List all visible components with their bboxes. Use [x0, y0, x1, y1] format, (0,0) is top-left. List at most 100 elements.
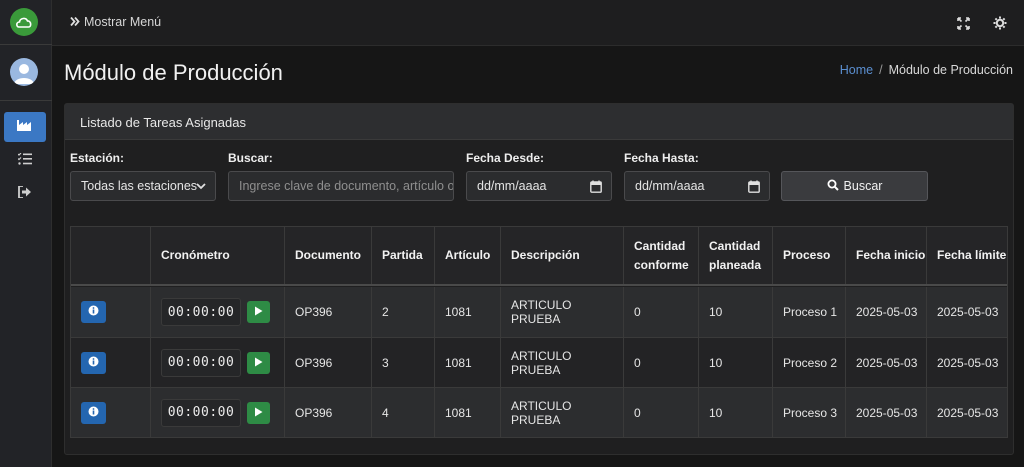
date-from-value: dd/mm/aaaa [477, 179, 547, 193]
header-start-date: Fecha inicio [845, 227, 926, 284]
topbar: Mostrar Menú [52, 0, 1024, 46]
chevron-down-icon [196, 180, 206, 194]
breadcrumb: Home / Módulo de Producción [840, 63, 1013, 77]
header-limit-date: Fecha límite [926, 227, 1007, 284]
date-to-label: Fecha Hasta: [624, 151, 699, 165]
calendar-icon[interactable] [748, 180, 760, 196]
limit-date-cell: 2025-05-03 [926, 388, 1007, 437]
date-from-label: Fecha Desde: [466, 151, 545, 165]
timer-cell: 00:00:00 [150, 388, 284, 437]
partida-cell: 2 [371, 287, 434, 337]
header-qty-planned: Cantidad planeada [698, 227, 772, 284]
header-qty-conforming: Cantidad conforme [623, 227, 698, 284]
table-row: 00:00:00 OP396 3 1081 ARTICULO PRUEBA 0 … [71, 337, 1007, 387]
document-cell: OP396 [284, 338, 371, 387]
process-cell: Proceso 3 [772, 388, 845, 437]
article-cell: 1081 [434, 287, 500, 337]
qty-planned-cell: 10 [698, 287, 772, 337]
search-button[interactable]: Buscar [781, 171, 928, 201]
article-cell: 1081 [434, 388, 500, 437]
process-cell: Proceso 2 [772, 338, 845, 387]
task-list-icon [17, 152, 32, 170]
play-icon [254, 356, 263, 370]
header-actions [71, 227, 150, 284]
qty-conforming-cell: 0 [623, 287, 698, 337]
date-to-value: dd/mm/aaaa [635, 179, 705, 193]
header-partida: Partida [371, 227, 434, 284]
document-cell: OP396 [284, 287, 371, 337]
qty-conforming-cell: 0 [623, 338, 698, 387]
play-button[interactable] [247, 351, 270, 374]
gear-icon[interactable] [992, 15, 1008, 31]
timer-cell: 00:00:00 [150, 287, 284, 337]
header-timer: Cronómetro [150, 227, 284, 284]
info-icon [88, 356, 99, 370]
card-header: Listado de Tareas Asignadas [65, 104, 1013, 140]
breadcrumb-current: Módulo de Producción [888, 63, 1013, 77]
search-label: Buscar: [228, 151, 273, 165]
document-cell: OP396 [284, 388, 371, 437]
search-input[interactable]: Ingrese clave de documento, artículo o [228, 171, 454, 201]
timer-display: 00:00:00 [161, 348, 241, 377]
header-description: Descripción [500, 227, 623, 284]
table-header-row: Cronómetro Documento Partida Artículo De… [71, 227, 1007, 286]
station-label: Estación: [70, 151, 125, 165]
table-row: 00:00:00 OP396 2 1081 ARTICULO PRUEBA 0 … [71, 287, 1007, 337]
partida-cell: 3 [371, 338, 434, 387]
info-button[interactable] [81, 351, 106, 374]
search-icon [827, 179, 839, 194]
info-icon [88, 406, 99, 420]
partida-cell: 4 [371, 388, 434, 437]
header-document: Documento [284, 227, 371, 284]
station-select[interactable]: Todas las estaciones [70, 171, 216, 201]
start-date-cell: 2025-05-03 [845, 287, 926, 337]
sidebar-item-tasks[interactable] [4, 146, 46, 176]
start-date-cell: 2025-05-03 [845, 338, 926, 387]
limit-date-cell: 2025-05-03 [926, 287, 1007, 337]
sidebar-divider [0, 100, 52, 101]
avatar[interactable] [10, 58, 38, 86]
tasks-table: Cronómetro Documento Partida Artículo De… [70, 226, 1008, 438]
actions-cell [71, 287, 150, 337]
logout-icon [18, 185, 32, 203]
header-process: Proceso [772, 227, 845, 284]
page-title: Módulo de Producción [64, 60, 283, 85]
table-row: 00:00:00 OP396 4 1081 ARTICULO PRUEBA 0 … [71, 387, 1007, 437]
sidebar-item-logout[interactable] [4, 179, 46, 209]
timer-cell: 00:00:00 [150, 338, 284, 387]
actions-cell [71, 338, 150, 387]
show-menu-label: Mostrar Menú [84, 15, 162, 29]
description-cell: ARTICULO PRUEBA [500, 287, 623, 337]
header-article: Artículo [434, 227, 500, 284]
actions-cell [71, 388, 150, 437]
process-cell: Proceso 1 [772, 287, 845, 337]
search-button-label: Buscar [843, 179, 883, 193]
sidebar [0, 0, 52, 467]
play-icon [254, 406, 263, 420]
expand-icon[interactable] [955, 15, 971, 31]
qty-conforming-cell: 0 [623, 388, 698, 437]
info-button[interactable] [81, 401, 106, 424]
qty-planned-cell: 10 [698, 388, 772, 437]
show-menu-button[interactable]: Mostrar Menú [70, 15, 161, 29]
play-button[interactable] [247, 301, 270, 323]
search-input-placeholder: Ingrese clave de documento, artículo o [239, 179, 454, 193]
play-icon [254, 305, 263, 319]
logo-icon[interactable] [10, 8, 38, 36]
start-date-cell: 2025-05-03 [845, 388, 926, 437]
date-to-input[interactable]: dd/mm/aaaa [624, 171, 770, 201]
play-button[interactable] [247, 401, 270, 424]
breadcrumb-home-link[interactable]: Home [840, 63, 873, 77]
factory-icon [17, 118, 33, 136]
sidebar-item-production[interactable] [4, 112, 46, 142]
description-cell: ARTICULO PRUEBA [500, 338, 623, 387]
qty-planned-cell: 10 [698, 338, 772, 387]
article-cell: 1081 [434, 338, 500, 387]
description-cell: ARTICULO PRUEBA [500, 388, 623, 437]
double-chevron-right-icon [70, 15, 80, 29]
calendar-icon[interactable] [590, 180, 602, 196]
date-from-input[interactable]: dd/mm/aaaa [466, 171, 612, 201]
info-button[interactable] [81, 301, 106, 323]
timer-display: 00:00:00 [161, 298, 241, 326]
info-icon [88, 305, 99, 319]
